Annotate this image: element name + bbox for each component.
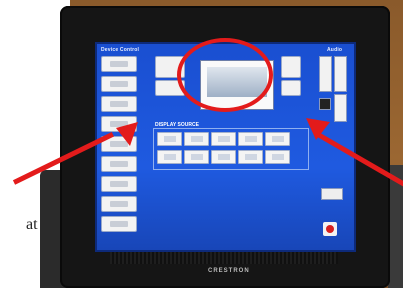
device-icon bbox=[110, 181, 128, 187]
device-control-title: Device Control bbox=[101, 47, 140, 53]
source-button-6[interactable] bbox=[157, 150, 182, 164]
device-button-3[interactable] bbox=[101, 96, 137, 112]
bottom-control-button[interactable] bbox=[321, 188, 343, 200]
device-button-7[interactable] bbox=[101, 176, 137, 192]
device-icon bbox=[110, 201, 128, 207]
source-icon bbox=[218, 136, 230, 142]
source-icon bbox=[245, 136, 257, 142]
source-button-9[interactable] bbox=[238, 150, 263, 164]
device-icon bbox=[110, 81, 128, 87]
device-button-9[interactable] bbox=[101, 216, 137, 232]
top-source-button-4[interactable] bbox=[281, 80, 301, 96]
right-arrow-head bbox=[306, 118, 330, 140]
top-source-button-3[interactable] bbox=[281, 56, 301, 78]
audio-title: Audio bbox=[327, 47, 343, 53]
source-icon bbox=[272, 136, 284, 142]
device-icon bbox=[110, 101, 128, 107]
device-button-6[interactable] bbox=[101, 156, 137, 172]
source-icon bbox=[164, 136, 176, 142]
device-button-2[interactable] bbox=[101, 76, 137, 92]
source-button-7[interactable] bbox=[184, 150, 209, 164]
audio-volume-left[interactable] bbox=[319, 56, 332, 92]
device-button-1[interactable] bbox=[101, 56, 137, 72]
device-icon bbox=[110, 61, 128, 67]
source-button-5[interactable] bbox=[265, 132, 290, 146]
audio-indicator bbox=[319, 98, 331, 110]
source-button-3[interactable] bbox=[211, 132, 236, 146]
caption-fragment: at bbox=[26, 216, 38, 233]
source-button-10[interactable] bbox=[265, 150, 290, 164]
source-icon bbox=[245, 154, 257, 160]
source-icon bbox=[164, 154, 176, 160]
source-icon bbox=[218, 154, 230, 160]
source-button-2[interactable] bbox=[184, 132, 209, 146]
source-icon bbox=[191, 154, 203, 160]
power-icon bbox=[326, 225, 334, 233]
audio-volume-right[interactable] bbox=[334, 56, 347, 92]
device-icon bbox=[110, 221, 128, 227]
source-button-1[interactable] bbox=[157, 132, 182, 146]
device-button-8[interactable] bbox=[101, 196, 137, 212]
device-icon bbox=[110, 161, 128, 167]
highlight-circle bbox=[177, 38, 273, 112]
source-button-4[interactable] bbox=[238, 132, 263, 146]
left-arrow-head bbox=[116, 122, 138, 146]
source-icon bbox=[272, 154, 284, 160]
brand-logo: CRESTRON bbox=[208, 268, 250, 274]
speaker-grill bbox=[110, 252, 338, 264]
power-button[interactable] bbox=[323, 222, 337, 236]
source-icon bbox=[191, 136, 203, 142]
source-button-8[interactable] bbox=[211, 150, 236, 164]
